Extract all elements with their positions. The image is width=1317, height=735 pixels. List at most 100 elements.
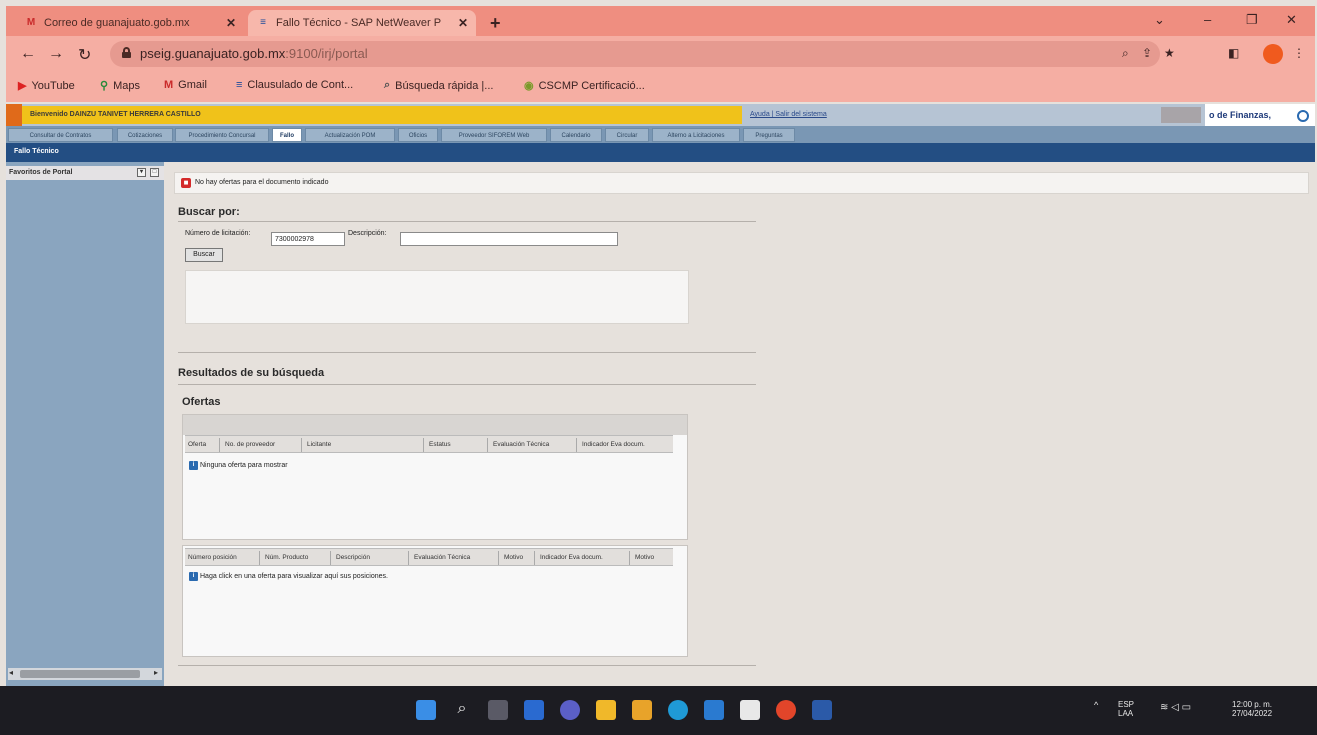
chrome-icon[interactable] [776, 700, 796, 720]
column-header[interactable]: Núm. Producto [265, 554, 308, 561]
close-window-button[interactable]: ✕ [1286, 12, 1297, 28]
positions-empty-message: i Haga click en una oferta para visualiz… [189, 572, 388, 581]
browser-toolbar: ← → ↻ pseig.guanajuato.gob.mx:9100/irj/p… [6, 36, 1315, 72]
column-header[interactable]: Indicador Eva docum. [582, 441, 645, 448]
reload-icon[interactable]: ↻ [78, 45, 91, 65]
edge-icon[interactable] [668, 700, 688, 720]
scroll-thumb[interactable] [20, 670, 140, 678]
tab-alterno[interactable]: Alterno a Licitaciones [652, 128, 740, 142]
description-field[interactable] [400, 232, 618, 246]
bookmarks-bar: ▶ YouTube ⚲ Maps M Gmail ≡ Clausulado de Con… [6, 72, 1315, 102]
tab-circular[interactable]: Circular [605, 128, 649, 142]
column-header[interactable]: Licitante [307, 441, 331, 448]
portal-top-navigation: Consultar de Contratos Cotizaciones Proc… [6, 126, 1315, 143]
lock-icon [122, 47, 131, 58]
close-icon[interactable]: ✕ [226, 16, 236, 30]
profile-avatar[interactable] [1263, 44, 1283, 64]
tab-title: Fallo Técnico - SAP NetWeaver P [276, 17, 442, 29]
sub-navigation-bar: Fallo Técnico [6, 143, 1315, 162]
scroll-left-icon[interactable]: ◂ [9, 668, 13, 677]
back-icon[interactable]: ← [20, 45, 36, 63]
help-links[interactable]: Ayuda | Salir del sistema [750, 111, 827, 118]
divider [178, 384, 756, 385]
tab-search-icon[interactable]: ⌄ [1154, 12, 1165, 28]
tab-oficios[interactable]: Oficios [398, 128, 438, 142]
store-icon[interactable] [740, 700, 760, 720]
positions-table: Número posición Núm. Producto Descripció… [182, 545, 688, 657]
tray-chevron-icon[interactable]: ^ [1094, 700, 1098, 710]
bookmark-cscmp[interactable]: ◉ CSCMP Certificació... [524, 79, 645, 93]
tab-cotizaciones[interactable]: Cotizaciones [117, 128, 173, 142]
search-button[interactable]: Buscar [185, 248, 223, 262]
lock-app-icon[interactable] [632, 700, 652, 720]
gmail-icon: M [26, 17, 36, 28]
bookmark-star-icon[interactable]: ★ [1164, 46, 1175, 60]
tab-fallo[interactable]: Fallo [272, 128, 302, 142]
table-toolbar [183, 415, 687, 435]
sub-tab-fallo-tecnico[interactable]: Fallo Técnico [14, 148, 59, 155]
zoom-icon[interactable]: ⌕ [1122, 46, 1129, 61]
word-icon[interactable] [812, 700, 832, 720]
bookmark-clausulado[interactable]: ≡ Clausulado de Cont... [236, 79, 353, 91]
new-tab-button[interactable]: + [490, 13, 501, 34]
column-header[interactable]: Estatus [429, 441, 451, 448]
windows-taskbar: ⌕ ^ ESP LAA ≋ ◁ ▭ 12:00 p. m. 27/04/2022 [0, 686, 1317, 735]
positions-table-header: Número posición Núm. Producto Descripció… [185, 548, 673, 566]
column-header[interactable]: No. de proveedor [225, 441, 275, 448]
task-view-icon[interactable] [488, 700, 508, 720]
column-header[interactable]: Motivo [504, 554, 523, 561]
browser-tab-sap[interactable]: ≡ Fallo Técnico - SAP NetWeaver P ✕ [248, 10, 476, 36]
divider [178, 221, 756, 222]
bookmark-youtube[interactable]: ▶ YouTube [18, 79, 75, 93]
brand-label: o de Finanzas, [1205, 104, 1315, 126]
bookmark-busqueda[interactable]: ⌕ Búsqueda rápida |... [384, 79, 493, 92]
column-header[interactable]: Indicador Eva docum. [540, 554, 603, 561]
share-icon[interactable]: ⇪ [1142, 46, 1152, 60]
column-header[interactable]: Evaluación Técnica [493, 441, 549, 448]
sidebar-icon[interactable]: ◧ [1228, 46, 1239, 60]
network-volume-battery-icons[interactable]: ≋ ◁ ▭ [1160, 702, 1191, 713]
forward-icon[interactable]: → [48, 45, 64, 63]
browser-tab-mail[interactable]: M Correo de guanajuato.gob.mx ✕ [16, 10, 244, 36]
options-icon[interactable]: ▾ [137, 168, 146, 177]
minimize-button[interactable]: – [1204, 12, 1211, 27]
menu-icon[interactable]: ⋮ [1293, 46, 1305, 60]
maximize-button[interactable]: ❐ [1246, 12, 1258, 28]
widgets-icon[interactable] [524, 700, 544, 720]
tab-actualizacion-pom[interactable]: Actualización POM [305, 128, 395, 142]
collapse-icon[interactable]: □ [150, 168, 159, 177]
doc-icon: ≡ [236, 79, 243, 91]
language-indicator[interactable]: ESP LAA [1118, 700, 1134, 718]
screen: M Correo de guanajuato.gob.mx ✕ ≡ Fallo … [0, 0, 1317, 735]
tab-proveedor[interactable]: Proveedor SIFOREM Web [441, 128, 547, 142]
tab-consultar-contratos[interactable]: Consultar de Contratos [8, 128, 113, 142]
offers-table: Oferta No. de proveedor Licitante Estatu… [182, 414, 688, 540]
tab-procedimiento[interactable]: Procedimiento Concursal [175, 128, 269, 142]
clock[interactable]: 12:00 p. m. 27/04/2022 [1232, 700, 1272, 718]
message-text: No hay ofertas para el documento indicad… [195, 179, 329, 186]
sap-logo-icon [1297, 110, 1309, 122]
column-header[interactable]: Motivo [635, 554, 654, 561]
address-bar[interactable]: pseig.guanajuato.gob.mx:9100/irj/portal … [110, 41, 1175, 67]
lot-number-field[interactable]: 7300002978 [271, 232, 345, 246]
sap-icon: ≡ [260, 17, 266, 28]
bookmark-maps[interactable]: ⚲ Maps [100, 79, 140, 93]
mail-icon[interactable] [704, 700, 724, 720]
close-icon[interactable]: ✕ [458, 16, 468, 30]
horizontal-scrollbar[interactable]: ◂ ▸ [8, 668, 162, 680]
column-header[interactable]: Descripción [336, 554, 370, 561]
bookmark-gmail[interactable]: M Gmail [164, 79, 207, 91]
file-explorer-icon[interactable] [596, 700, 616, 720]
start-icon[interactable] [416, 700, 436, 720]
column-header[interactable]: Evaluación Técnica [414, 554, 470, 561]
welcome-text: Bienvenido DAINZU TANIVET HERRERA CASTIL… [22, 106, 742, 124]
tab-calendario[interactable]: Calendario [550, 128, 602, 142]
scroll-right-icon[interactable]: ▸ [154, 668, 158, 677]
column-header[interactable]: Número posición [188, 554, 237, 561]
column-header[interactable]: Oferta [188, 441, 206, 448]
search-icon[interactable]: ⌕ [452, 700, 472, 720]
tab-preguntas[interactable]: Preguntas [743, 128, 795, 142]
teams-chat-icon[interactable] [560, 700, 580, 720]
info-icon: i [189, 572, 198, 581]
description-label: Descripción: [348, 230, 387, 237]
